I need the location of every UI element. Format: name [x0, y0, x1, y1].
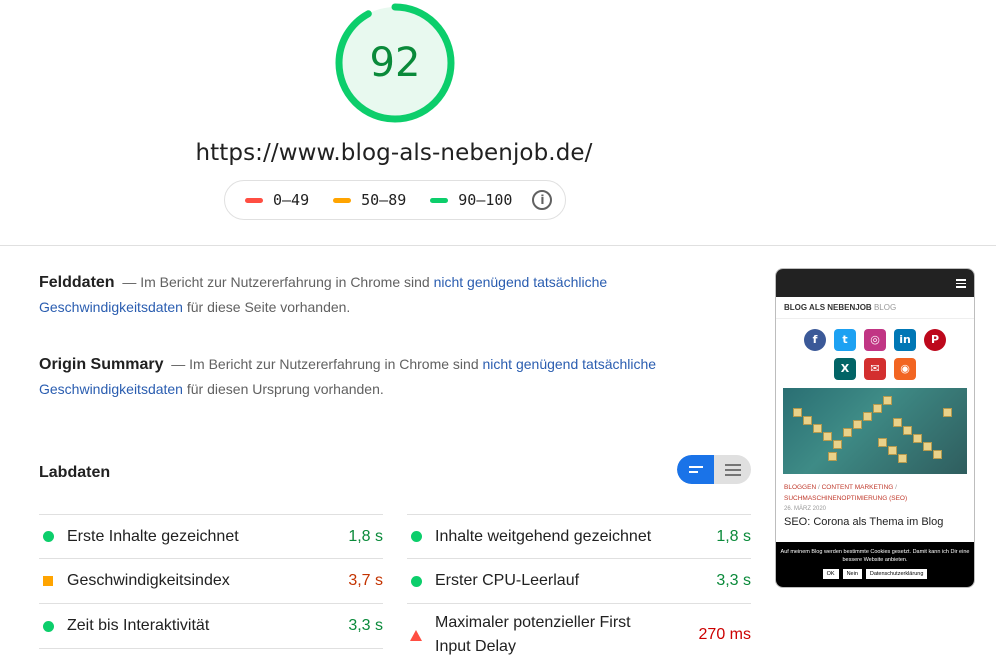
category-separator: / — [817, 484, 820, 491]
lab-data-heading: Labdaten — [39, 464, 111, 481]
expanded-view-icon-line — [724, 463, 741, 466]
metric-value: 270 ms — [698, 626, 751, 643]
post-category[interactable]: BLOGGEN — [784, 484, 816, 491]
section-divider — [0, 245, 996, 246]
metric-row: Erste Inhalte gezeichnet 1,8 s — [39, 514, 383, 559]
post-title[interactable]: SEO: Corona als Thema im Blog — [776, 514, 974, 530]
cookie-no-button[interactable]: Nein — [842, 569, 862, 579]
pass-circle-icon — [411, 531, 422, 542]
score-legend: 0–49 50–89 90–100 i — [224, 180, 566, 220]
legend-item-average: 50–89 — [333, 191, 406, 209]
metric-value: 1,8 s — [348, 527, 383, 545]
legend-range-average: 50–89 — [361, 191, 407, 209]
twitter-icon: t — [834, 329, 856, 351]
metric-row: Erster CPU-Leerlauf 3,3 s — [407, 559, 751, 604]
phone-social-row-2: X ✉ ◉ — [776, 358, 974, 380]
origin-summary-text-before: Im Bericht zur Nutzererfahrung in Chrome… — [189, 356, 479, 372]
compact-view-button[interactable] — [677, 455, 714, 484]
performance-score-gauge: 92 — [334, 2, 456, 124]
linkedin-icon: in — [894, 329, 916, 351]
metric-value: 1,8 s — [716, 527, 751, 545]
field-data-heading: Felddaten — [39, 274, 115, 291]
metric-row: Inhalte weitgehend gezeichnet 1,8 s — [407, 514, 751, 559]
phone-blog-title: BLOG ALS NEBENJOB BLOG — [776, 297, 974, 319]
cookie-buttons: OK Nein Datenschutzerklärung — [776, 569, 974, 579]
metric-row: Maximaler potenzieller First Input Delay… — [407, 604, 751, 666]
cookie-text: Auf meinem Blog werden bestimmte Cookies… — [780, 549, 970, 563]
metric-row: Zeit bis Interaktivität 3,3 s — [39, 604, 383, 649]
field-data-text-after: für diese Seite vorhanden. — [186, 299, 351, 315]
metric-row: Geschwindigkeitsindex 3,7 s — [39, 559, 383, 604]
cookie-ok-button[interactable]: OK — [822, 569, 839, 579]
fail-triangle-icon — [410, 629, 422, 641]
origin-summary-dash: — — [171, 356, 186, 372]
category-separator: / — [895, 484, 897, 491]
info-icon[interactable]: i — [532, 190, 553, 210]
legend-range-pass: 90–100 — [458, 191, 513, 209]
legend-item-pass: 90–100 — [430, 191, 512, 209]
metric-value: 3,7 s — [348, 572, 383, 589]
metric-label: Erste Inhalte gezeichnet — [67, 527, 239, 545]
pinterest-icon: P — [924, 329, 946, 351]
legend-color-average — [333, 197, 352, 203]
rss-icon: ◉ — [894, 358, 916, 380]
origin-summary-heading: Origin Summary — [39, 356, 164, 373]
field-data-text-before: Im Bericht zur Nutzererfahrung in Chrome… — [140, 274, 430, 290]
post-featured-image — [783, 388, 967, 474]
legend-color-fail — [245, 197, 263, 203]
expanded-view-icon-line — [724, 473, 741, 476]
tested-url: https://www.blog-als-nebenjob.de/ — [195, 140, 593, 166]
xing-icon: X — [834, 358, 856, 380]
phone-blog-title-main: BLOG ALS NEBENJOB — [784, 303, 872, 312]
metric-value: 3,3 s — [348, 617, 383, 634]
expanded-view-button[interactable] — [714, 455, 751, 484]
field-data-dash: — — [122, 274, 137, 290]
origin-summary-section: Origin Summary — Im Bericht zur Nutzerer… — [39, 352, 679, 402]
phone-blog-title-suffix: BLOG — [873, 303, 897, 312]
facebook-icon: f — [804, 329, 826, 351]
compact-view-icon-line — [688, 466, 703, 468]
field-data-section: Felddaten — Im Bericht zur Nutzererfahru… — [39, 270, 679, 320]
instagram-icon: ◎ — [864, 329, 886, 351]
expanded-view-icon-line — [724, 468, 741, 471]
metric-label: Zeit bis Interaktivität — [67, 617, 210, 634]
pass-circle-icon — [43, 620, 54, 632]
pass-circle-icon — [43, 531, 54, 542]
legend-item-fail: 0–49 — [245, 191, 309, 209]
post-date: 26. MÄRZ 2020 — [784, 506, 827, 512]
average-square-icon — [43, 576, 53, 586]
hamburger-menu-icon — [956, 279, 966, 290]
cookie-privacy-button[interactable]: Datenschutzerklärung — [865, 569, 928, 579]
metric-label: Geschwindigkeitsindex — [67, 572, 230, 589]
phone-social-row-1: f t ◎ in P — [776, 329, 974, 351]
post-category[interactable]: SUCHMASCHINENOPTIMIERUNG (SEO) — [784, 495, 907, 502]
origin-summary-text-after: für diesen Ursprung vorhanden. — [186, 381, 384, 397]
post-categories: BLOGGEN / CONTENT MARKETING / SUCHMASCHI… — [776, 474, 974, 504]
page-screenshot-thumbnail: BLOG ALS NEBENJOB BLOG f t ◎ in P X ✉ ◉ — [775, 268, 975, 588]
performance-score-value: 92 — [369, 40, 421, 86]
metric-label: Maximaler potenzieller First Input Delay — [435, 614, 631, 655]
pass-circle-icon — [411, 575, 422, 587]
post-category[interactable]: CONTENT MARKETING — [822, 484, 894, 491]
metrics-view-toggle[interactable] — [677, 455, 751, 484]
phone-top-bar — [776, 269, 974, 297]
metric-label: Erster CPU-Leerlauf — [435, 572, 580, 589]
compact-view-icon-line — [688, 471, 698, 473]
cookie-banner: Auf meinem Blog werden bestimmte Cookies… — [776, 542, 974, 587]
metric-value: 3,3 s — [716, 572, 751, 589]
metric-label: Inhalte weitgehend gezeichnet — [435, 527, 652, 545]
email-icon: ✉ — [864, 358, 886, 380]
legend-range-fail: 0–49 — [273, 191, 310, 209]
legend-color-pass — [430, 197, 449, 203]
